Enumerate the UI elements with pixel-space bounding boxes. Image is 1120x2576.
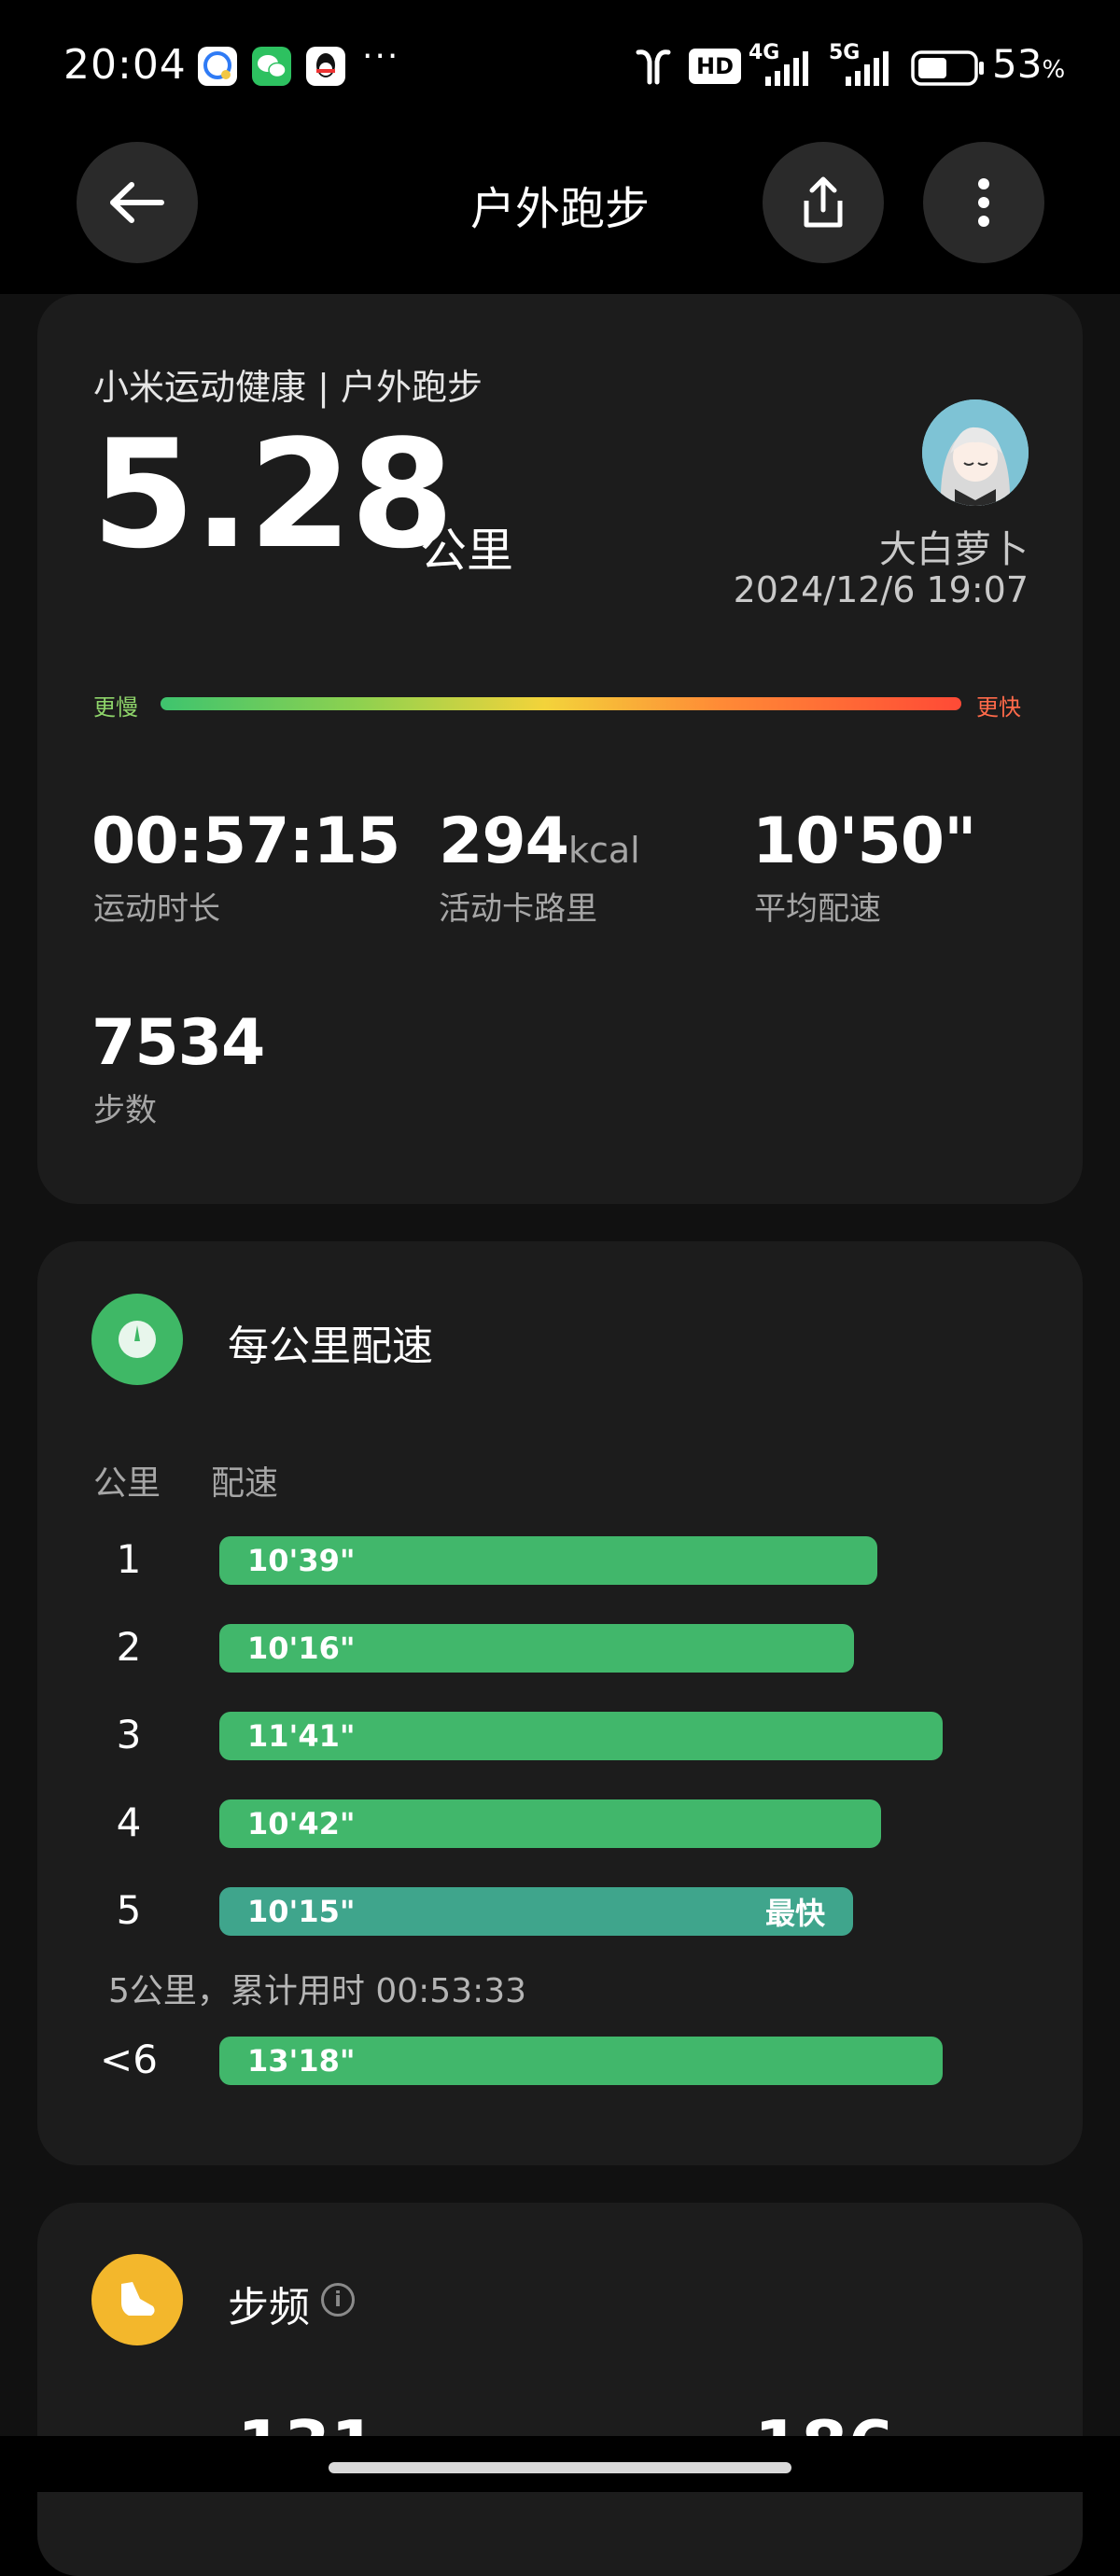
cumulative-time-note: 5公里，累计用时 00:53:33 bbox=[108, 1972, 527, 2010]
earbuds-icon bbox=[631, 47, 676, 91]
faster-label: 更快 bbox=[976, 694, 1021, 721]
user-name: 大白萝卜 bbox=[879, 528, 1029, 571]
pace-value: 13'18" bbox=[247, 2043, 356, 2079]
more-options-button[interactable] bbox=[923, 142, 1044, 263]
pace-value: 10'39" bbox=[247, 1543, 356, 1578]
pace-section-title: 每公里配速 bbox=[228, 1323, 433, 1370]
battery-icon bbox=[911, 50, 986, 90]
fastest-tag: 最快 bbox=[764, 1896, 825, 1931]
signal-strength-1-icon bbox=[763, 50, 814, 90]
slower-label: 更慢 bbox=[93, 694, 138, 721]
pace-gradient-bar bbox=[161, 697, 961, 710]
fastest-pace-bar: 10'15" 最快 bbox=[219, 1887, 853, 1936]
km-label: 1 bbox=[116, 1536, 142, 1582]
status-time: 20:04 bbox=[63, 41, 187, 89]
cadence-section-title: 步频 bbox=[228, 2284, 310, 2331]
workout-source-title: 小米运动健康 | 户外跑步 bbox=[93, 367, 483, 408]
pace-bar: 13'18" bbox=[219, 2037, 943, 2085]
more-notifications-indicator: ··· bbox=[362, 37, 400, 76]
steps-value: 7534 bbox=[91, 1006, 265, 1080]
distance-value: 5.28 bbox=[91, 407, 455, 581]
signal-strength-2-icon bbox=[844, 50, 894, 90]
more-vertical-icon bbox=[978, 178, 989, 227]
avg-pace-value: 10'50" bbox=[752, 805, 977, 878]
home-indicator[interactable] bbox=[329, 2462, 791, 2473]
calories-value: 294kcal bbox=[439, 805, 640, 878]
km-label: 2 bbox=[116, 1624, 142, 1670]
battery-percentage: 53% bbox=[992, 41, 1066, 87]
calories-label: 活动卡路里 bbox=[439, 890, 597, 928]
pace-per-km-card bbox=[37, 1241, 1083, 2165]
pace-bar: 10'39" bbox=[219, 1536, 877, 1585]
steps-label: 步数 bbox=[93, 1092, 157, 1129]
dingtalk-notification-icon bbox=[198, 47, 237, 86]
cadence-section-icon bbox=[91, 2254, 183, 2345]
avatar[interactable] bbox=[922, 399, 1029, 506]
share-icon bbox=[804, 176, 843, 228]
pace-value: 10'15" bbox=[247, 1894, 356, 1929]
km-column-header: 公里 bbox=[93, 1464, 161, 1503]
shoe-icon bbox=[121, 2282, 155, 2316]
distance-unit: 公里 bbox=[420, 524, 513, 578]
km-label: 5 bbox=[116, 1887, 142, 1933]
pace-bar: 11'41" bbox=[219, 1712, 943, 1760]
wechat-notification-icon bbox=[252, 47, 291, 86]
pace-value: 11'41" bbox=[247, 1718, 356, 1754]
avg-pace-label: 平均配速 bbox=[754, 890, 881, 928]
cadence-card bbox=[37, 2203, 1083, 2576]
km-label: 4 bbox=[116, 1799, 142, 1845]
info-icon[interactable]: i bbox=[321, 2283, 355, 2317]
stopwatch-icon bbox=[119, 1321, 156, 1358]
km-label: <6 bbox=[100, 2037, 158, 2082]
pace-bar: 10'42" bbox=[219, 1799, 881, 1848]
duration-value: 00:57:15 bbox=[91, 805, 400, 878]
pace-value: 10'42" bbox=[247, 1806, 356, 1841]
share-button[interactable] bbox=[763, 142, 884, 263]
pace-section-icon bbox=[91, 1294, 183, 1385]
hd-voice-icon: HD bbox=[689, 49, 741, 84]
qq-notification-icon bbox=[306, 47, 345, 86]
pace-bar: 10'16" bbox=[219, 1624, 854, 1673]
km-label: 3 bbox=[116, 1712, 142, 1757]
pace-value: 10'16" bbox=[247, 1631, 356, 1666]
workout-datetime: 2024/12/6 19:07 bbox=[733, 569, 1029, 610]
pace-column-header: 配速 bbox=[211, 1464, 279, 1503]
duration-label: 运动时长 bbox=[93, 890, 220, 928]
